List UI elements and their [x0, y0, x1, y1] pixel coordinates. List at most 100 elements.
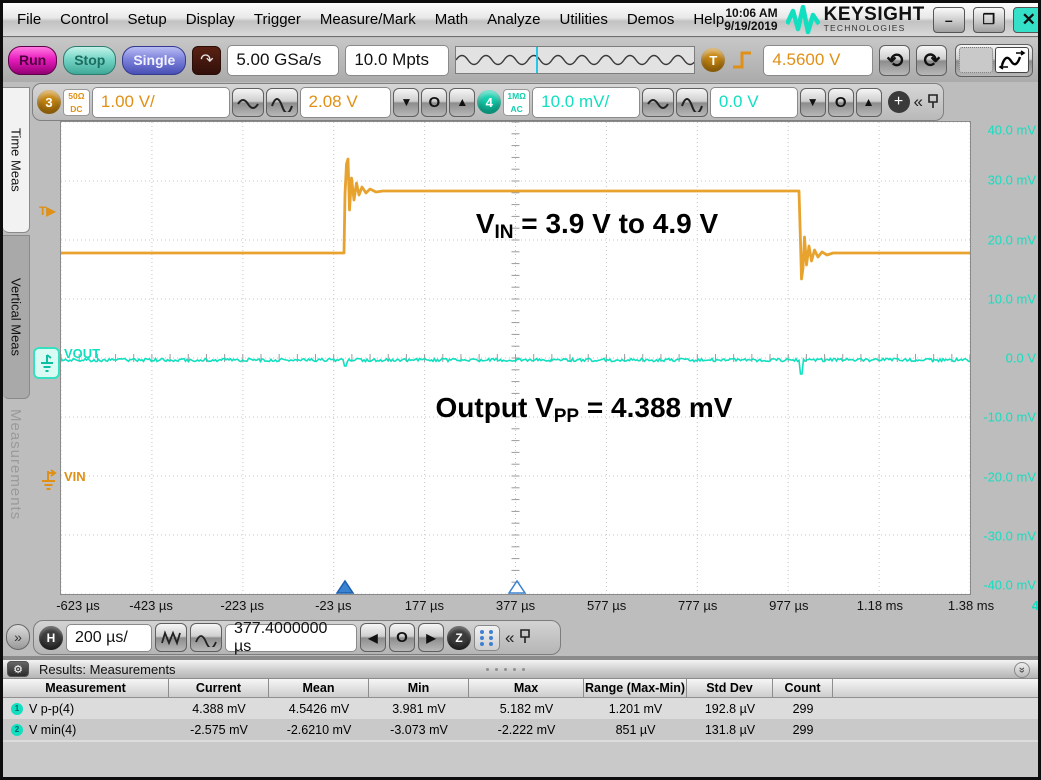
sample-rate-field[interactable]: 5.00 GSa/s [227, 45, 339, 76]
channel-4-ground-marker[interactable] [33, 347, 60, 379]
menu-item-display[interactable]: Display [186, 11, 235, 28]
trigger-level-field[interactable]: 4.5600 V [763, 45, 873, 76]
undo-button[interactable]: ⟲ [879, 45, 910, 76]
channel-3-offset-zero-button[interactable]: O [421, 88, 447, 117]
trigger-rising-edge-icon[interactable] [731, 48, 757, 72]
table-row-v-p-p-4-[interactable]: 1V p-p(4)4.388 mV4.5426 mV3.981 mV5.182 … [3, 698, 1038, 719]
timebase-scale-field[interactable]: 200 µs/ [66, 624, 152, 652]
minimize-button[interactable]: – [933, 7, 965, 33]
waveform-marker-button[interactable] [955, 44, 1033, 77]
channel-4-scale-decrease-button[interactable] [642, 88, 674, 117]
pin-icon[interactable] [519, 628, 531, 647]
measurement-value: 3.981 mV [369, 702, 469, 716]
horizontal-badge[interactable]: H [39, 626, 63, 650]
column-header-max[interactable]: Max [469, 679, 584, 697]
single-button[interactable]: Single [122, 46, 186, 75]
channel-3-coupling[interactable]: 50Ω DC [63, 89, 90, 116]
column-header-range-max-min-[interactable]: Range (Max-Min) [584, 679, 687, 697]
measurements-watermark: Measurements [7, 409, 24, 520]
channel-4-badge[interactable]: 4 [477, 90, 501, 114]
horizontal-bar: » H 200 µs/ 377.4000000 µs ◀ O ▶ Z « [3, 619, 1038, 656]
run-button[interactable]: Run [8, 46, 57, 75]
restore-button[interactable]: ❐ [973, 7, 1005, 33]
channel-3-scale-increase-button[interactable] [266, 88, 298, 117]
x-axis-label: 577 µs [587, 598, 626, 613]
channel-4-offset-zero-button[interactable]: O [828, 88, 854, 117]
menu-item-utilities[interactable]: Utilities [559, 11, 607, 28]
menu-right-cluster: 10:06 AM 9/19/2019 KEYSIGHT TECHNOLOGIES… [724, 5, 1041, 35]
column-header-std-dev[interactable]: Std Dev [687, 679, 773, 697]
touch-mode-button[interactable]: ↷ [192, 46, 221, 75]
pin-icon[interactable] [927, 93, 939, 112]
menu-item-demos[interactable]: Demos [627, 11, 675, 28]
channel-3-scale-decrease-button[interactable] [232, 88, 264, 117]
memory-depth-field[interactable]: 10.0 Mpts [345, 45, 449, 76]
channel-3-ground-marker[interactable] [40, 469, 60, 498]
column-header-min[interactable]: Min [369, 679, 469, 697]
channel-4-offset-field[interactable]: 0.0 V [710, 87, 798, 118]
time-marker[interactable] [337, 581, 353, 593]
position-right-button[interactable]: ▶ [418, 623, 444, 652]
waveform-display[interactable]: VIN = 3.9 V to 4.9 V Output VPP = 4.388 … [60, 121, 971, 595]
column-header-count[interactable]: Count [773, 679, 833, 697]
channel-3-offset-field[interactable]: 2.08 V [300, 87, 392, 118]
stop-button[interactable]: Stop [63, 46, 116, 75]
gear-icon[interactable]: ⚙ [7, 661, 29, 677]
acquisition-preview-strip[interactable] [455, 46, 695, 74]
channel-3-badge[interactable]: 3 [37, 90, 61, 114]
menu-item-math[interactable]: Math [435, 11, 468, 28]
drag-handle[interactable] [486, 668, 525, 671]
plus-icon: + [894, 93, 903, 111]
column-header-current[interactable]: Current [169, 679, 269, 697]
measurement-value: 851 µV [584, 723, 687, 737]
column-header-measurement[interactable]: Measurement [3, 679, 169, 697]
y-axis-label: -10.0 mV [983, 410, 1036, 425]
channel-4-coupling[interactable]: 1MΩ AC [503, 89, 530, 116]
trigger-source-badge[interactable]: T [701, 48, 725, 72]
time-marker[interactable] [509, 581, 525, 593]
close-button[interactable]: ✕ [1013, 7, 1041, 33]
tab-time-meas[interactable]: Time Meas [3, 87, 30, 233]
keysight-logo: KEYSIGHT TECHNOLOGIES [786, 5, 925, 35]
menu-item-control[interactable]: Control [60, 11, 108, 28]
left-sidebar: Time Meas Vertical Meas Measurements [3, 87, 32, 595]
channel-4-scale-increase-button[interactable] [676, 88, 708, 117]
menu-item-measure-mark[interactable]: Measure/Mark [320, 11, 416, 28]
vin-annotation-post: = 3.9 V to 4.9 V [514, 208, 719, 239]
horizontal-position-field[interactable]: 377.4000000 µs [225, 624, 357, 652]
trigger-level-marker[interactable]: T▶ [39, 204, 56, 218]
y-axis-label: -40.0 mV [983, 578, 1036, 593]
channel-4-offset-up-button[interactable]: ▲ [856, 88, 882, 117]
menu-item-help[interactable]: Help [693, 11, 724, 28]
add-channel-button[interactable]: + [888, 91, 910, 113]
timebase-zoom-out-button[interactable] [190, 623, 222, 652]
x-axis-label: 1.38 ms [948, 598, 994, 613]
table-row-v-min-4-[interactable]: 2V min(4)-2.575 mV-2.6210 mV-3.073 mV-2.… [3, 719, 1038, 740]
preview-cursor[interactable] [536, 47, 538, 73]
menu-item-file[interactable]: File [17, 11, 41, 28]
menu-item-setup[interactable]: Setup [128, 11, 167, 28]
column-header-mean[interactable]: Mean [269, 679, 369, 697]
menu-item-trigger[interactable]: Trigger [254, 11, 301, 28]
tab-vertical-meas[interactable]: Vertical Meas [3, 235, 30, 399]
large-wave-icon [680, 92, 704, 112]
redo-button[interactable]: ⟳ [916, 45, 947, 76]
keysight-spark-icon [786, 5, 820, 35]
keysight-logo-text: KEYSIGHT TECHNOLOGIES [824, 6, 925, 33]
timebase-zoom-in-button[interactable] [155, 623, 187, 652]
menu-item-analyze[interactable]: Analyze [487, 11, 540, 28]
grid-options-button[interactable] [474, 625, 500, 651]
channel-4-offset-down-button[interactable]: ▼ [800, 88, 826, 117]
collapse-horizontal-bar-button[interactable]: « [503, 628, 516, 648]
channel-3-offset-down-button[interactable]: ▼ [393, 88, 419, 117]
expand-panel-button[interactable]: » [6, 624, 30, 650]
channel-4-scale-field[interactable]: 10.0 mV/ [532, 87, 640, 118]
channel-3-offset-up-button[interactable]: ▲ [449, 88, 475, 117]
zoom-mode-button[interactable]: Z [447, 626, 471, 650]
collapse-results-button[interactable]: « [1014, 662, 1030, 678]
collapse-channel-bar-button[interactable]: « [912, 92, 925, 112]
position-zero-button[interactable]: O [389, 623, 415, 652]
position-left-button[interactable]: ◀ [360, 623, 386, 652]
channel-3-scale-field[interactable]: 1.00 V/ [92, 87, 230, 118]
vout-annotation-post: = 4.388 mV [579, 392, 732, 423]
